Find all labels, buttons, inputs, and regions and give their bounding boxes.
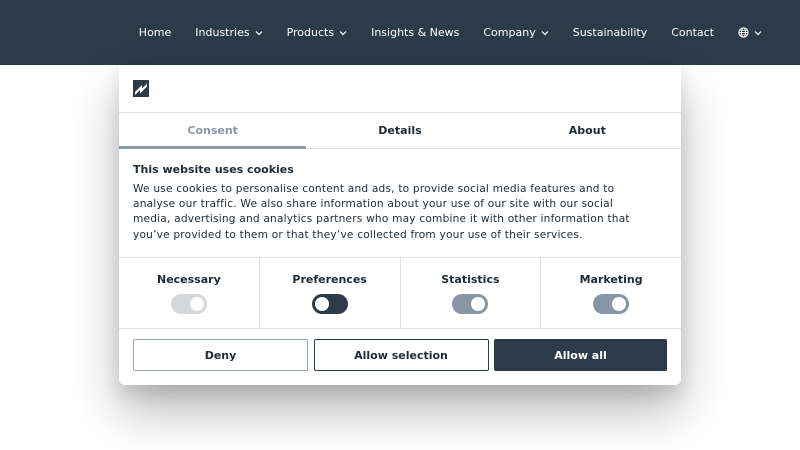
toggle-necessary-group: Necessary xyxy=(119,258,259,328)
dialog-heading: This website uses cookies xyxy=(133,163,294,176)
toggle-label: Necessary xyxy=(156,273,221,286)
allow-selection-button[interactable]: Allow selection xyxy=(313,339,489,371)
toggle-knob xyxy=(471,297,486,311)
nav-item-label: Industries xyxy=(195,26,250,39)
tab-about[interactable]: About xyxy=(494,113,681,148)
dialog-tabs: Consent Details About xyxy=(119,112,681,149)
nav-item-company[interactable]: Company xyxy=(483,26,549,39)
cookie-consent-dialog: Consent Details About This website uses … xyxy=(119,65,681,385)
site-header: Home Industries Products Insights & News… xyxy=(0,0,800,65)
nav-item-industries[interactable]: Industries xyxy=(195,26,263,39)
toggle-label: Marketing xyxy=(579,273,643,286)
nav-item-label: Insights & News xyxy=(371,26,460,39)
nav-item-label: Products xyxy=(286,26,335,39)
toggle-knob xyxy=(314,297,329,311)
toggle-preferences[interactable] xyxy=(311,294,348,314)
nav-item-label: Contact xyxy=(671,26,714,39)
toggle-necessary[interactable] xyxy=(170,294,207,314)
globe-icon xyxy=(738,27,749,38)
allow-all-button[interactable]: Allow all xyxy=(494,339,667,371)
toggle-label: Statistics xyxy=(441,273,500,286)
toggle-marketing[interactable] xyxy=(593,294,630,314)
main-nav: Home Industries Products Insights & News… xyxy=(115,0,762,65)
nav-item-home[interactable]: Home xyxy=(139,26,171,39)
toggle-knob xyxy=(612,297,627,311)
toggle-marketing-group: Marketing xyxy=(540,258,681,328)
toggle-statistics-group: Statistics xyxy=(399,258,541,328)
toggle-label: Preferences xyxy=(292,273,367,286)
language-selector[interactable] xyxy=(738,27,762,38)
brand-logo xyxy=(133,80,149,97)
toggle-knob xyxy=(189,297,204,311)
nav-item-label: Company xyxy=(483,26,536,39)
nav-item-insights-news[interactable]: Insights & News xyxy=(371,26,459,39)
tab-consent[interactable]: Consent xyxy=(119,113,307,149)
tab-details[interactable]: Details xyxy=(306,113,493,148)
nav-item-label: Home xyxy=(138,26,172,39)
chevron-down-icon xyxy=(339,30,347,35)
nav-item-contact[interactable]: Contact xyxy=(671,26,714,39)
toggle-statistics[interactable] xyxy=(452,294,489,314)
nav-item-sustainability[interactable]: Sustainability xyxy=(573,26,647,39)
nav-item-products[interactable]: Products xyxy=(287,26,348,39)
consent-toggles: Necessary Preferences Statistics Marketi… xyxy=(119,257,681,329)
nav-item-label: Sustainability xyxy=(572,26,648,39)
dialog-body-text: We use cookies to personalise content an… xyxy=(133,183,630,241)
chevron-down-icon xyxy=(754,30,762,35)
toggle-preferences-group: Preferences xyxy=(258,258,400,328)
deny-button[interactable]: Deny xyxy=(133,339,308,371)
chevron-down-icon xyxy=(541,30,549,35)
chevron-down-icon xyxy=(255,30,263,35)
dialog-actions: Deny Allow selection Allow all xyxy=(133,339,667,371)
